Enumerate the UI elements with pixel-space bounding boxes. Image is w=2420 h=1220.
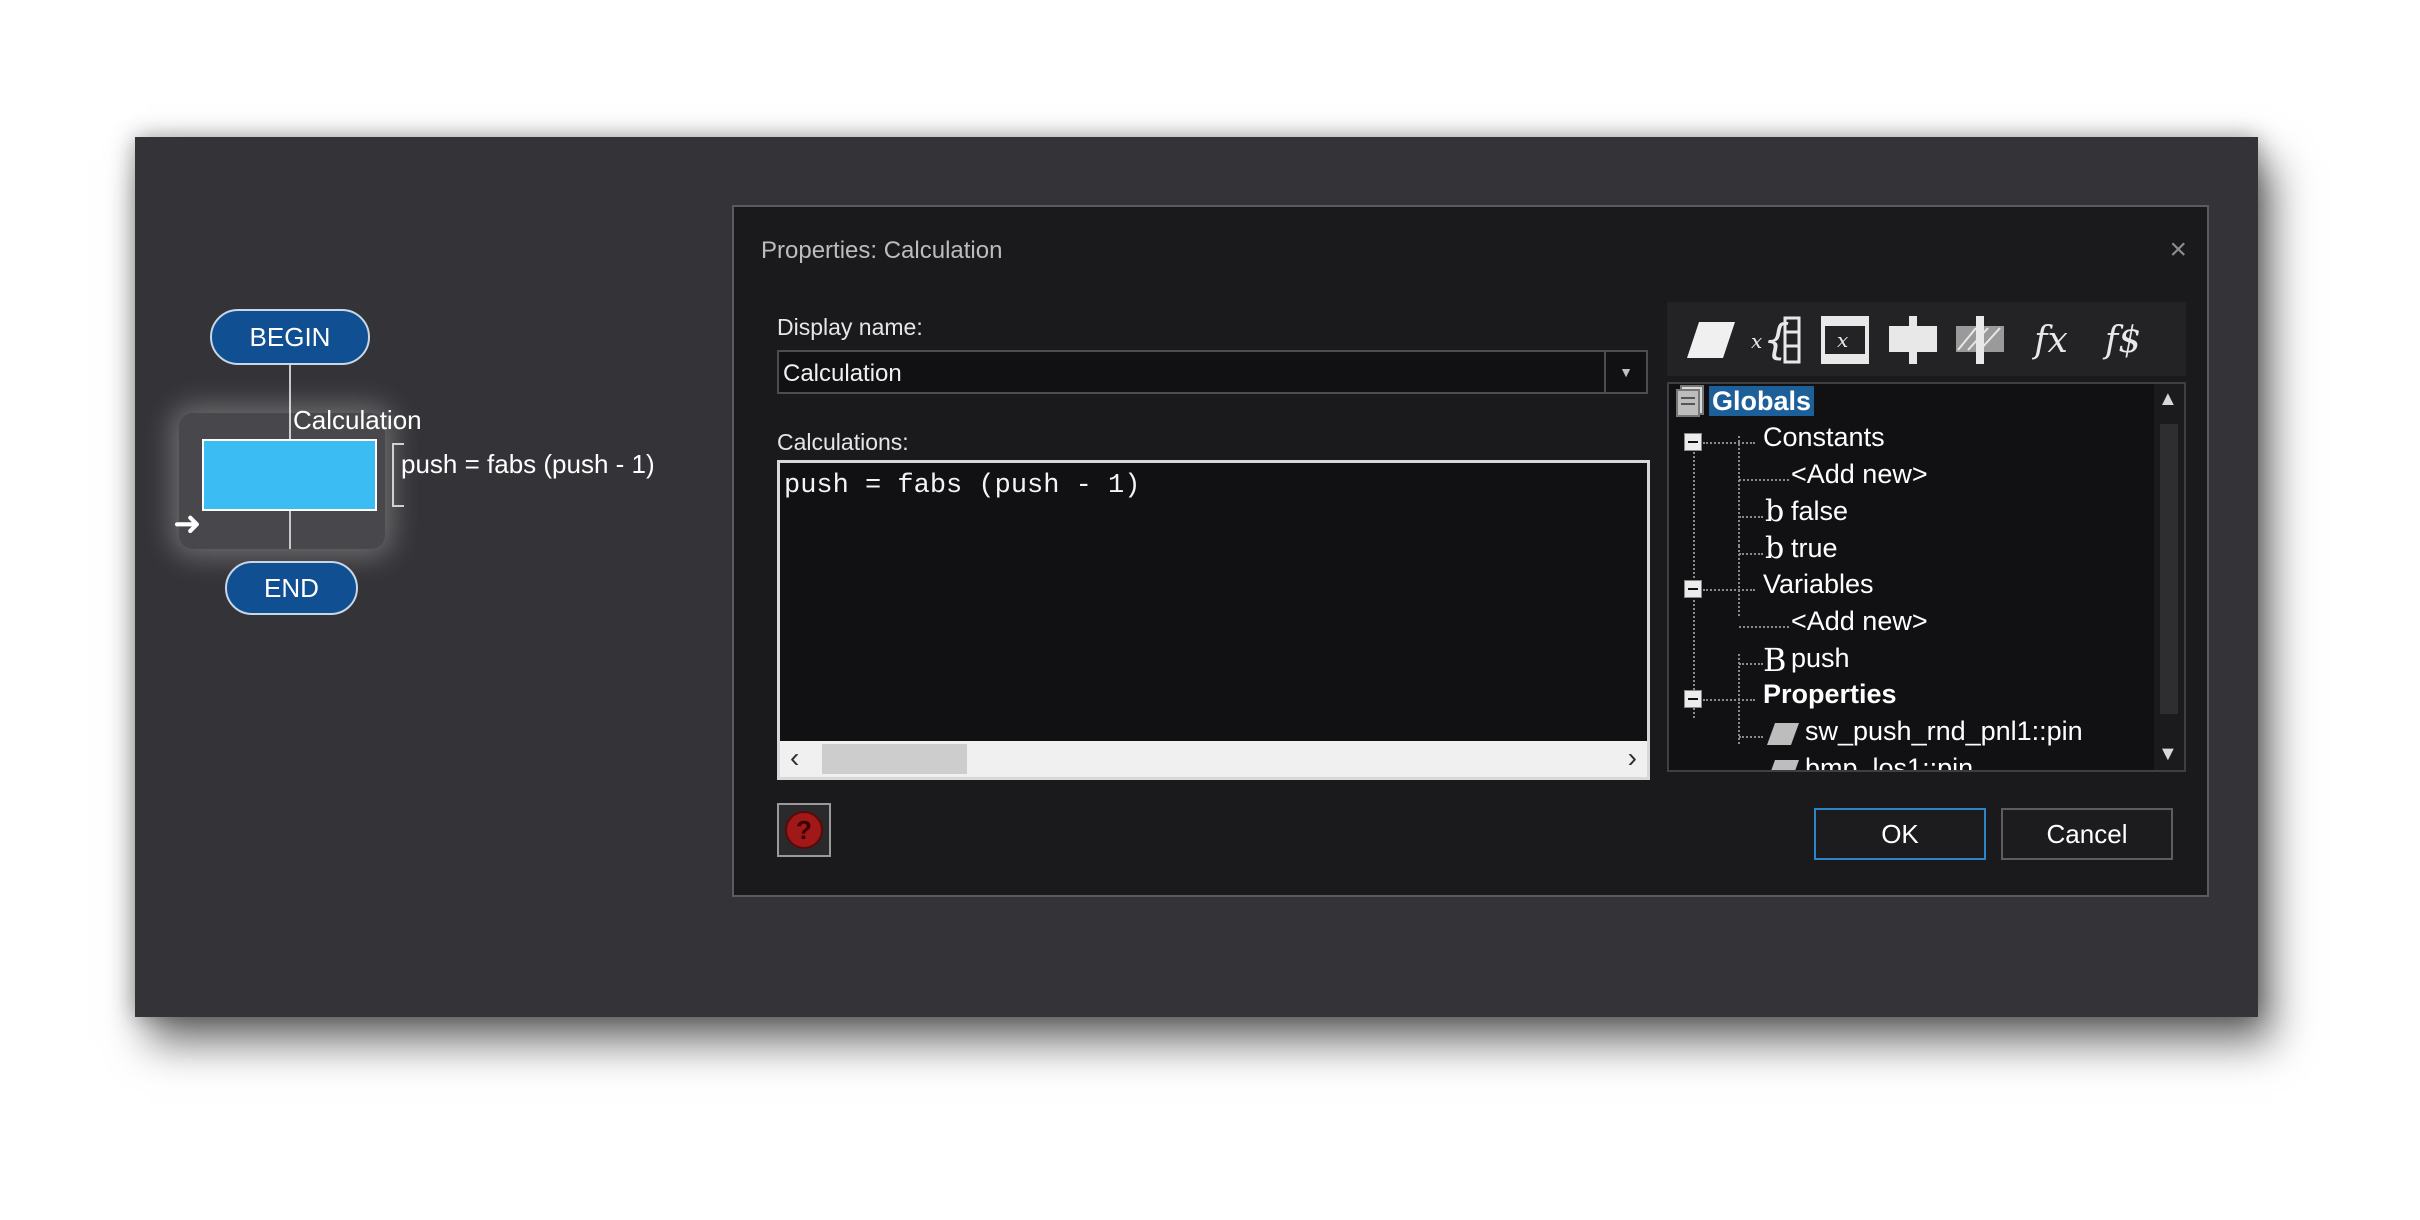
- calculation-block-title: Calculation: [293, 405, 422, 435]
- tree-item-push[interactable]: push: [1791, 643, 1850, 674]
- tree-item-property-2[interactable]: bmp_los1::pin: [1805, 753, 1973, 770]
- tree-guide: [1739, 479, 1789, 481]
- svg-text:x: x: [1751, 329, 1762, 353]
- tree-guide: [1693, 436, 1695, 718]
- property-port-icon: [1765, 759, 1801, 770]
- tree-guide: [1738, 436, 1740, 546]
- tree-guide: [1739, 553, 1763, 555]
- chevron-down-icon[interactable]: ▼: [1604, 352, 1646, 392]
- collapse-icon[interactable]: [1684, 690, 1702, 708]
- tree-item-property-1[interactable]: sw_push_rnd_pnl1::pin: [1805, 716, 2083, 747]
- string-function-icon[interactable]: f$: [2095, 312, 2151, 368]
- function-icon-glyph: fx: [2034, 319, 2068, 361]
- cancel-button[interactable]: Cancel: [2001, 808, 2173, 860]
- properties-dialog: Properties: Calculation × Display name: …: [732, 205, 2209, 897]
- calculation-block-expression: push = fabs (push - 1): [401, 449, 655, 479]
- flowchart-canvas[interactable]: BEGIN Calculation push = fabs (push - 1)…: [135, 137, 2258, 1017]
- flow-arrow-icon: ➜: [173, 505, 202, 543]
- end-label: END: [264, 572, 319, 603]
- bool-variable-icon: B: [1763, 641, 1787, 679]
- scroll-left-icon[interactable]: ‹: [790, 743, 799, 773]
- scrollbar-thumb[interactable]: [822, 744, 967, 774]
- tree-guide: [1739, 736, 1763, 738]
- dialog-title: Properties: Calculation: [761, 237, 1003, 264]
- tree-root-icon: [1675, 384, 1709, 425]
- help-button[interactable]: ?: [777, 803, 831, 857]
- scroll-down-icon[interactable]: ▼: [2158, 743, 2178, 766]
- begin-label: BEGIN: [249, 321, 331, 352]
- property-port-icon: [1765, 722, 1801, 753]
- calculations-code[interactable]: push = fabs (push - 1): [784, 471, 1140, 501]
- collapse-icon[interactable]: [1684, 433, 1702, 451]
- display-name-value: Calculation: [783, 360, 902, 387]
- tree-guide: [1739, 663, 1763, 665]
- tree-item-false[interactable]: false: [1791, 496, 1848, 527]
- tree-item-constants[interactable]: Constants: [1763, 422, 1885, 453]
- tree-guide: [1739, 516, 1763, 518]
- tree-item-properties[interactable]: Properties: [1763, 679, 1897, 710]
- scroll-up-icon[interactable]: ▲: [2158, 388, 2178, 411]
- calculation-block[interactable]: [202, 439, 377, 511]
- vertical-scrollbar[interactable]: ▲ ▼: [2154, 384, 2184, 770]
- svg-text:x: x: [1837, 328, 1848, 352]
- help-icon: ?: [785, 811, 823, 849]
- tree-guide: [1703, 699, 1755, 701]
- scroll-right-icon[interactable]: ›: [1628, 743, 1637, 773]
- tree-guide: [1703, 442, 1755, 444]
- display-name-label: Display name:: [777, 314, 923, 340]
- collapse-icon[interactable]: [1684, 580, 1702, 598]
- connector-line-bottom: [289, 511, 291, 549]
- calculations-label: Calculations:: [777, 429, 909, 455]
- ok-button[interactable]: OK: [1814, 808, 1986, 860]
- close-icon[interactable]: ×: [2169, 233, 2187, 267]
- component-icon[interactable]: [1885, 312, 1941, 368]
- begin-node[interactable]: BEGIN: [210, 309, 370, 365]
- tree-item-add-variable[interactable]: <Add new>: [1791, 606, 1928, 637]
- function-icon[interactable]: fx: [2023, 312, 2079, 368]
- tree-item-add-constant[interactable]: <Add new>: [1791, 459, 1928, 490]
- tree-item-true[interactable]: true: [1791, 533, 1838, 564]
- globals-tree[interactable]: Globals Constants <Add new> b false b tr…: [1667, 382, 2186, 772]
- expression-icon[interactable]: x: [1817, 312, 1873, 368]
- property-icon[interactable]: [1952, 312, 2008, 368]
- port-icon[interactable]: [1683, 312, 1739, 368]
- variable-icon[interactable]: x {: [1749, 312, 1805, 368]
- bool-constant-icon: b: [1765, 531, 1785, 566]
- tree-guide: [1703, 589, 1755, 591]
- display-name-combobox[interactable]: Calculation ▼: [777, 350, 1648, 394]
- string-function-icon-glyph: f$: [2104, 319, 2142, 361]
- tree-item-globals[interactable]: Globals: [1709, 386, 1815, 417]
- tree-guide: [1739, 626, 1789, 628]
- tree-item-variables[interactable]: Variables: [1763, 569, 1874, 600]
- scrollbar-thumb[interactable]: [2160, 424, 2178, 714]
- calculations-editor[interactable]: push = fabs (push - 1) ‹ ›: [777, 460, 1650, 780]
- tree-guide: [1738, 546, 1740, 616]
- end-node[interactable]: END: [225, 561, 358, 615]
- horizontal-scrollbar[interactable]: ‹ ›: [780, 741, 1647, 777]
- insert-toolbar: x { x fx f$: [1667, 302, 2186, 376]
- tree-globals-label: Globals: [1709, 386, 1815, 416]
- bool-constant-icon: b: [1765, 494, 1785, 529]
